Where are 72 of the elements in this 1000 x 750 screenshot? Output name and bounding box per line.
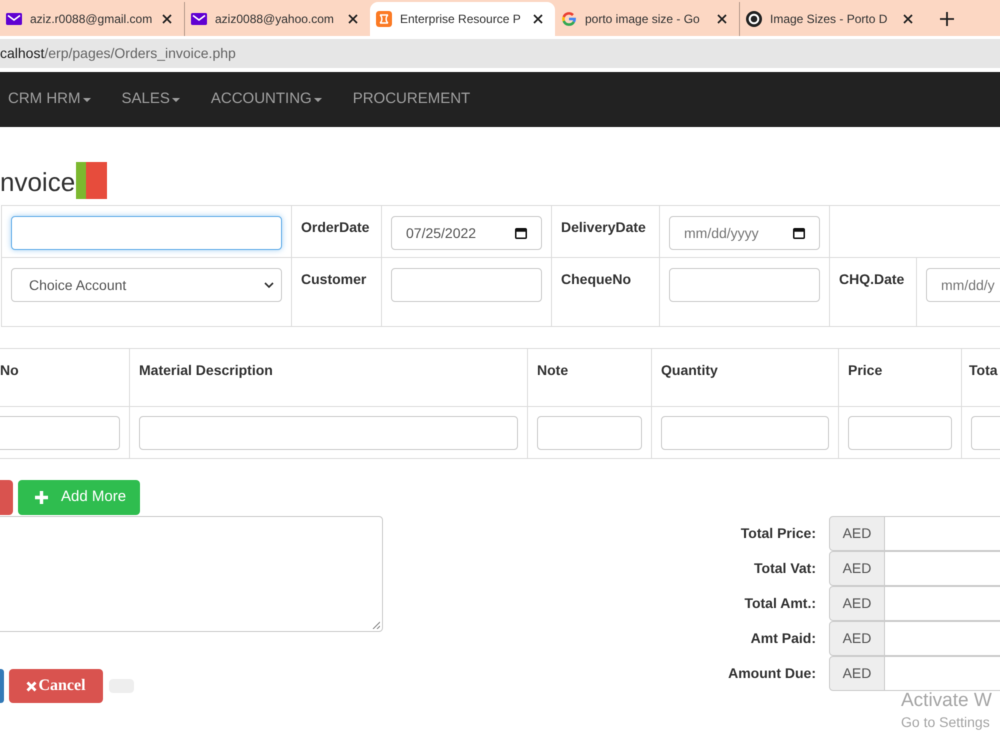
calendar-icon [515,227,527,239]
column-header: Note [537,362,568,378]
chevron-down-icon [264,282,274,288]
date-field[interactable]: 07/25/2022 [391,216,542,250]
currency-addon: AED [829,516,885,551]
envelope-icon [191,13,207,25]
close-icon[interactable] [903,14,913,24]
two-tone-block-icon [76,162,108,199]
text-field[interactable] [391,268,542,302]
currency-addon: AED [829,621,885,656]
address-bar[interactable]: calhost/erp/pages/Orders_invoice.php [0,39,1000,68]
total-label: Total Price: [740,524,817,543]
date-field[interactable]: mm/dd/y [926,268,1000,302]
envelope-icon [6,13,22,25]
text-field[interactable] [537,416,642,450]
text-field[interactable] [848,416,952,450]
date-field[interactable]: mm/dd/yyyy [669,216,820,250]
activation-notice-title: Activate W [901,690,992,711]
plus-icon[interactable] [940,12,954,26]
ring-icon [746,11,762,27]
field-label: Customer [301,271,366,287]
nav-link[interactable]: ACCOUNTING [210,88,322,111]
text-field[interactable] [0,416,120,450]
activation-notice-text: Go to Settings [901,714,991,731]
field-label: CHQ.Date [839,271,904,287]
currency-addon: AED [829,586,885,621]
column-header: Price [848,362,882,378]
total-label: Amt Paid: [750,629,817,648]
field-label: OrderDate [301,219,370,235]
x-icon [26,680,38,692]
column-header: Tota [969,362,998,378]
amount-field[interactable] [885,516,1000,551]
total-label: Amount Due: [728,664,817,683]
cut-off-button[interactable] [0,669,4,703]
text-field[interactable] [669,268,820,302]
plus-icon [35,491,48,504]
column-header: Material Description [139,362,273,378]
close-icon[interactable] [162,14,172,24]
amount-field[interactable] [885,656,1000,691]
close-icon[interactable] [533,14,543,24]
nav-link[interactable]: CRM HRM [8,88,90,111]
caret-down-icon [172,98,180,102]
caret-down-icon [82,98,90,102]
field-label: ChequeNo [561,271,631,287]
total-label: Total Amt.: [744,594,817,613]
browser-tab[interactable]: Enterprise Resource P [370,2,555,36]
close-icon[interactable] [717,14,727,24]
text-field[interactable] [139,416,518,450]
currency-addon: AED [829,656,885,691]
amount-field[interactable] [885,621,1000,656]
square-logo-icon [376,11,392,27]
amount-field[interactable] [885,586,1000,621]
currency-addon: AED [829,551,885,586]
amount-field[interactable] [885,551,1000,586]
text-field[interactable] [971,416,1000,450]
select-field[interactable]: Choice Account [11,268,282,302]
text-field[interactable] [11,216,282,250]
nav-link[interactable]: PROCUREMENT [352,88,470,111]
nav-link[interactable]: SALES [122,88,180,111]
calendar-icon [793,227,805,239]
total-label: Total Vat: [754,559,817,578]
cancel-button[interactable]: Cancel [9,669,103,703]
g-logo-icon [561,11,577,27]
caret-down-icon [314,98,322,102]
text-field[interactable] [661,416,829,450]
field-label: DeliveryDate [561,219,646,235]
page-title: nvoice [0,166,76,196]
column-header: No [0,362,19,378]
resize-grip-icon [372,621,380,629]
textarea-field[interactable] [0,516,383,632]
column-header: Quantity [661,362,718,378]
close-icon[interactable] [348,14,358,24]
